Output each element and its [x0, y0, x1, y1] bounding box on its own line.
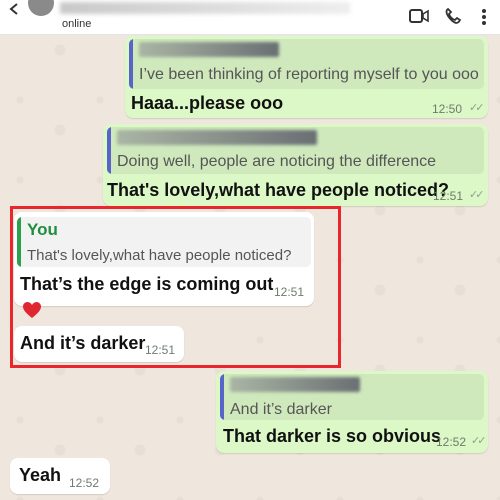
message-text: That darker is so obvious: [223, 426, 442, 446]
quoted-message[interactable]: I’ve been thinking of reporting myself t…: [129, 39, 484, 89]
message-time: 12:52: [436, 435, 467, 449]
back-icon[interactable]: [8, 2, 20, 15]
quote-author-redacted: [117, 130, 317, 145]
highlight-box: [10, 206, 341, 368]
quote-bar: [107, 127, 111, 174]
quote-text: I’ve been thinking of reporting myself t…: [139, 66, 479, 83]
quote-bar: [129, 39, 133, 89]
message-time: 12:52: [69, 476, 100, 490]
quote-text: Doing well, people are noticing the diff…: [117, 153, 437, 170]
quote-text: And it’s darker: [230, 401, 332, 418]
message-bubble-outgoing[interactable]: And it’s darker That darker is so obviou…: [216, 371, 488, 453]
contact-status: online: [62, 18, 92, 30]
message-text: Haaa...please ooo: [131, 93, 284, 113]
quoted-message[interactable]: Doing well, people are noticing the diff…: [107, 127, 484, 174]
message-text: That's lovely,what have people noticed?: [107, 180, 450, 200]
read-ticks-icon: ✓✓: [471, 435, 487, 447]
avatar[interactable]: [28, 0, 54, 16]
message-time: 12:51: [433, 189, 464, 203]
quote-author-redacted: [139, 42, 279, 57]
read-ticks-icon: ✓✓: [469, 102, 485, 114]
menu-icon[interactable]: [481, 8, 487, 31]
voice-call-icon[interactable]: [444, 7, 462, 30]
message-bubble-outgoing[interactable]: I’ve been thinking of reporting myself t…: [125, 36, 488, 118]
quoted-message[interactable]: And it’s darker: [220, 374, 484, 420]
message-bubble-outgoing[interactable]: Doing well, people are noticing the diff…: [103, 124, 488, 206]
quote-author-redacted: [230, 377, 360, 392]
chat-header: online: [0, 0, 500, 35]
message-bubble-incoming[interactable]: Yeah 12:52: [10, 458, 110, 494]
message-text: Yeah: [19, 465, 62, 485]
quote-bar: [220, 374, 224, 420]
contact-name-redacted[interactable]: [60, 2, 350, 14]
message-time: 12:50: [432, 102, 463, 116]
video-call-icon[interactable]: [409, 8, 429, 29]
read-ticks-icon: ✓✓: [469, 189, 485, 201]
